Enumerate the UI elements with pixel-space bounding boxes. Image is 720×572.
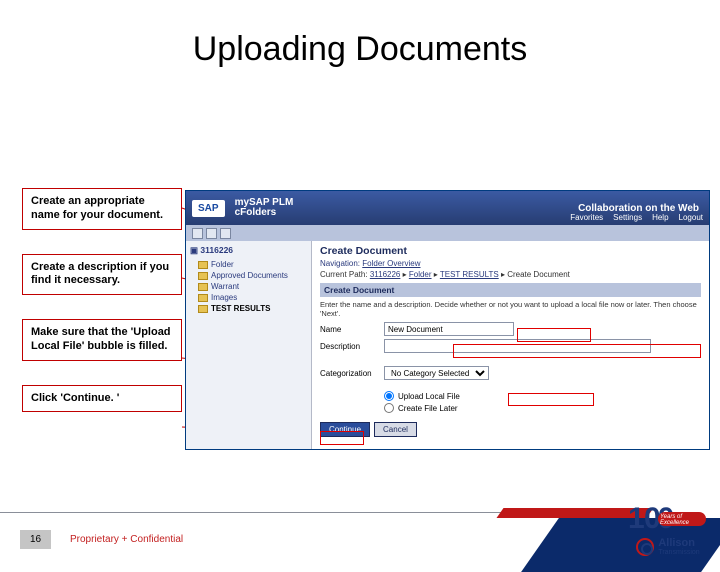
navigation-row: Navigation: Folder Overview: [320, 259, 701, 268]
hint-text: Enter the name and a description. Decide…: [320, 300, 701, 318]
callout-continue: Click 'Continue. ': [22, 385, 182, 413]
radio-upload-local-input[interactable]: [384, 391, 394, 401]
continue-button[interactable]: Continue: [320, 422, 370, 437]
cancel-button[interactable]: Cancel: [374, 422, 417, 437]
link-help[interactable]: Help: [652, 213, 668, 222]
callout-description: Create a description if you find it nece…: [22, 254, 182, 296]
row-categorization: Categorization No Category Selected: [320, 366, 701, 380]
section-header: Create Document: [320, 283, 701, 297]
label-description: Description: [320, 342, 384, 351]
input-description[interactable]: [384, 339, 651, 353]
callout-column: Create an appropriate name for your docu…: [22, 188, 182, 436]
input-name[interactable]: [384, 322, 514, 336]
folder-icon: [198, 272, 208, 280]
radio-create-later-input[interactable]: [384, 403, 394, 413]
content-panel: Create Document Navigation: Folder Overv…: [312, 241, 709, 449]
tree-panel: ▣ 3116226 Folder Approved Documents Warr…: [186, 241, 312, 449]
radio-create-later[interactable]: Create File Later: [384, 403, 701, 413]
folder-icon: [198, 305, 208, 313]
slide-title: Uploading Documents: [0, 30, 720, 69]
sap-logo: SAP: [192, 200, 225, 217]
radio-upload-local[interactable]: Upload Local File: [384, 391, 701, 401]
path-current: Create Document: [507, 270, 570, 279]
tree-item-images[interactable]: Images: [190, 292, 307, 303]
row-name: Name: [320, 322, 701, 336]
allison-swirl-icon: [636, 538, 654, 556]
tree-root[interactable]: ▣ 3116226: [190, 245, 307, 256]
row-description: Description: [320, 339, 701, 353]
tree-item-test-results[interactable]: TEST RESULTS: [190, 303, 307, 314]
link-logout[interactable]: Logout: [679, 213, 703, 222]
path-folder[interactable]: Folder: [409, 270, 432, 279]
path-test-results[interactable]: TEST RESULTS: [440, 270, 499, 279]
label-categorization: Categorization: [320, 369, 384, 378]
path-root[interactable]: 3116226: [370, 270, 401, 279]
brand-block: 100 Years of Excellence Allison Transmis…: [628, 500, 708, 556]
toolbar-button-3[interactable]: [220, 228, 231, 239]
folder-icon: [198, 294, 208, 302]
button-row: Continue Cancel: [320, 422, 701, 437]
folder-icon: [198, 261, 208, 269]
tree-item-folder[interactable]: Folder: [190, 259, 307, 270]
toolbar-row: [186, 225, 709, 241]
callout-upload-bubble: Make sure that the 'Upload Local File' b…: [22, 319, 182, 361]
panel-title: Create Document: [320, 245, 701, 257]
hundred-logo: 100 Years of Excellence: [628, 500, 708, 536]
select-categorization[interactable]: No Category Selected: [384, 366, 489, 380]
screenshot-panel: SAP mySAP PLM cFolders Collaboration on …: [185, 190, 710, 450]
radio-group-file: Upload Local File Create File Later: [384, 391, 701, 413]
tree-item-warrant[interactable]: Warrant: [190, 281, 307, 292]
link-settings[interactable]: Settings: [613, 213, 642, 222]
toolbar-button-2[interactable]: [206, 228, 217, 239]
label-name: Name: [320, 325, 384, 334]
module-name: cFolders: [235, 208, 294, 218]
toolbar-button-1[interactable]: [192, 228, 203, 239]
tagline: Collaboration on the Web: [578, 203, 699, 214]
tree-item-approved[interactable]: Approved Documents: [190, 270, 307, 281]
path-row: Current Path: 3116226 ▸ Folder ▸ TEST RE…: [320, 270, 701, 279]
callout-name: Create an appropriate name for your docu…: [22, 188, 182, 230]
footer-divider: [0, 512, 510, 513]
link-folder-overview[interactable]: Folder Overview: [362, 259, 420, 268]
link-favorites[interactable]: Favorites: [570, 213, 603, 222]
brand-sub: Transmission: [658, 549, 699, 556]
folder-icon: [198, 283, 208, 291]
header-links: Favorites Settings Help Logout: [570, 213, 703, 222]
